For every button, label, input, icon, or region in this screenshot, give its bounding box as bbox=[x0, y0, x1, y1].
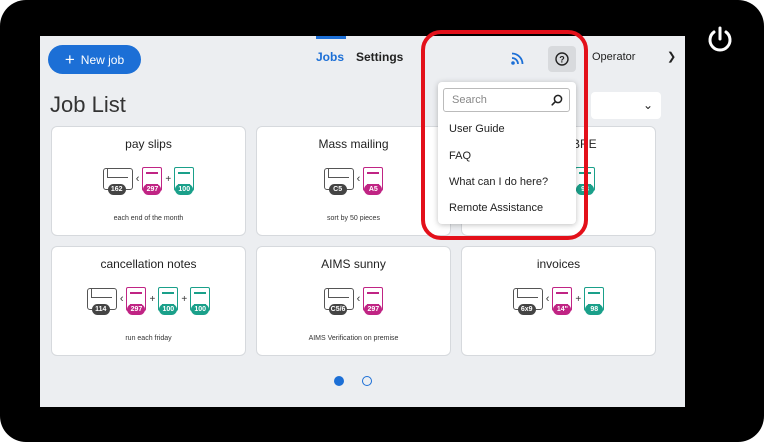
insert-icon: ‹ bbox=[119, 293, 124, 305]
document-badge: 297 bbox=[127, 304, 146, 315]
active-tab-indicator bbox=[316, 36, 346, 39]
envelope-badge: 162 bbox=[107, 184, 126, 195]
document-badge: A5 bbox=[364, 184, 383, 195]
envelope-badge: C5 bbox=[328, 184, 347, 195]
new-job-label: New job bbox=[80, 52, 125, 67]
plus-icon: + bbox=[165, 173, 172, 185]
envelope-icon: C5 bbox=[323, 168, 354, 195]
new-job-button[interactable]: + New job bbox=[48, 45, 141, 74]
document-badge: 14" bbox=[553, 304, 572, 315]
insert-icon: ‹ bbox=[545, 293, 550, 305]
insert-icon: ‹ bbox=[135, 173, 140, 185]
document-icon: 297 bbox=[142, 167, 163, 195]
filter-dropdown[interactable]: ⌄ bbox=[591, 92, 661, 119]
chevron-down-icon: ⌄ bbox=[642, 98, 653, 112]
job-card-icons: 6x9 ‹ 14" + 98 bbox=[462, 287, 655, 315]
document-icon: 297 bbox=[126, 287, 147, 315]
plus-icon: + bbox=[575, 293, 582, 305]
document-badge: 100 bbox=[175, 184, 194, 195]
plus-icon: + bbox=[181, 293, 188, 305]
document-badge: 100 bbox=[159, 304, 178, 315]
insert-icon: ‹ bbox=[356, 293, 361, 305]
job-card-description: AIMS Verification on premise bbox=[308, 335, 399, 342]
page-dot[interactable] bbox=[362, 376, 372, 386]
job-card[interactable]: cancellation notes 114 ‹ 297 + 100 + 100… bbox=[51, 246, 246, 356]
insert-icon: ‹ bbox=[356, 173, 361, 185]
document-badge: 297 bbox=[143, 184, 162, 195]
screen: + New job Jobs Settings ? Operator ❯ Job… bbox=[40, 36, 685, 407]
job-card-title: pay slips bbox=[125, 137, 172, 151]
chevron-down-icon[interactable]: ❯ bbox=[667, 50, 676, 63]
power-icon[interactable] bbox=[704, 24, 736, 56]
document-icon: 14" bbox=[552, 287, 573, 315]
envelope-icon: 114 bbox=[86, 288, 117, 315]
job-card[interactable]: invoices 6x9 ‹ 14" + 98 bbox=[461, 246, 656, 356]
envelope-badge: 114 bbox=[91, 304, 110, 315]
document-icon: 100 bbox=[158, 287, 179, 315]
document-icon: 100 bbox=[190, 287, 211, 315]
top-bar: + New job Jobs Settings ? Operator ❯ bbox=[40, 36, 685, 82]
job-card-title: invoices bbox=[536, 257, 581, 271]
tab-jobs[interactable]: Jobs bbox=[316, 50, 344, 64]
device-bezel: + New job Jobs Settings ? Operator ❯ Job… bbox=[0, 0, 764, 442]
job-card-icons: 114 ‹ 297 + 100 + 100 bbox=[52, 287, 245, 315]
pagination-dots bbox=[334, 376, 372, 386]
job-card-description: run each friday bbox=[125, 335, 172, 342]
highlight-annotation bbox=[421, 30, 588, 240]
job-card-icons: 162 ‹ 297 + 100 bbox=[52, 167, 245, 195]
envelope-badge: 6x9 bbox=[517, 304, 536, 315]
job-card[interactable]: AIMS sunny C5/6 ‹ 297 AIMS Verification … bbox=[256, 246, 451, 356]
plus-icon: + bbox=[64, 50, 75, 69]
document-icon: 100 bbox=[174, 167, 195, 195]
envelope-icon: 6x9 bbox=[512, 288, 543, 315]
job-card-title: AIMS sunny bbox=[321, 257, 386, 271]
job-card-description: each end of the month bbox=[113, 215, 184, 222]
document-badge: 297 bbox=[364, 304, 383, 315]
envelope-badge: C5/6 bbox=[328, 304, 348, 315]
job-card-title: cancellation notes bbox=[100, 257, 197, 271]
document-icon: A5 bbox=[363, 167, 384, 195]
tab-settings[interactable]: Settings bbox=[356, 50, 403, 64]
document-badge: 100 bbox=[191, 304, 210, 315]
job-card-icons: C5/6 ‹ 297 bbox=[257, 287, 450, 315]
user-name[interactable]: Operator bbox=[592, 51, 635, 63]
envelope-icon: C5/6 bbox=[323, 288, 354, 315]
job-card[interactable]: pay slips 162 ‹ 297 + 100 each end of th… bbox=[51, 126, 246, 236]
page-title: Job List bbox=[50, 92, 126, 117]
page-dot-active[interactable] bbox=[334, 376, 344, 386]
document-icon: 297 bbox=[363, 287, 384, 315]
document-badge: 98 bbox=[585, 304, 604, 315]
document-icon: 98 bbox=[584, 287, 605, 315]
envelope-icon: 162 bbox=[102, 168, 133, 195]
plus-icon: + bbox=[149, 293, 156, 305]
